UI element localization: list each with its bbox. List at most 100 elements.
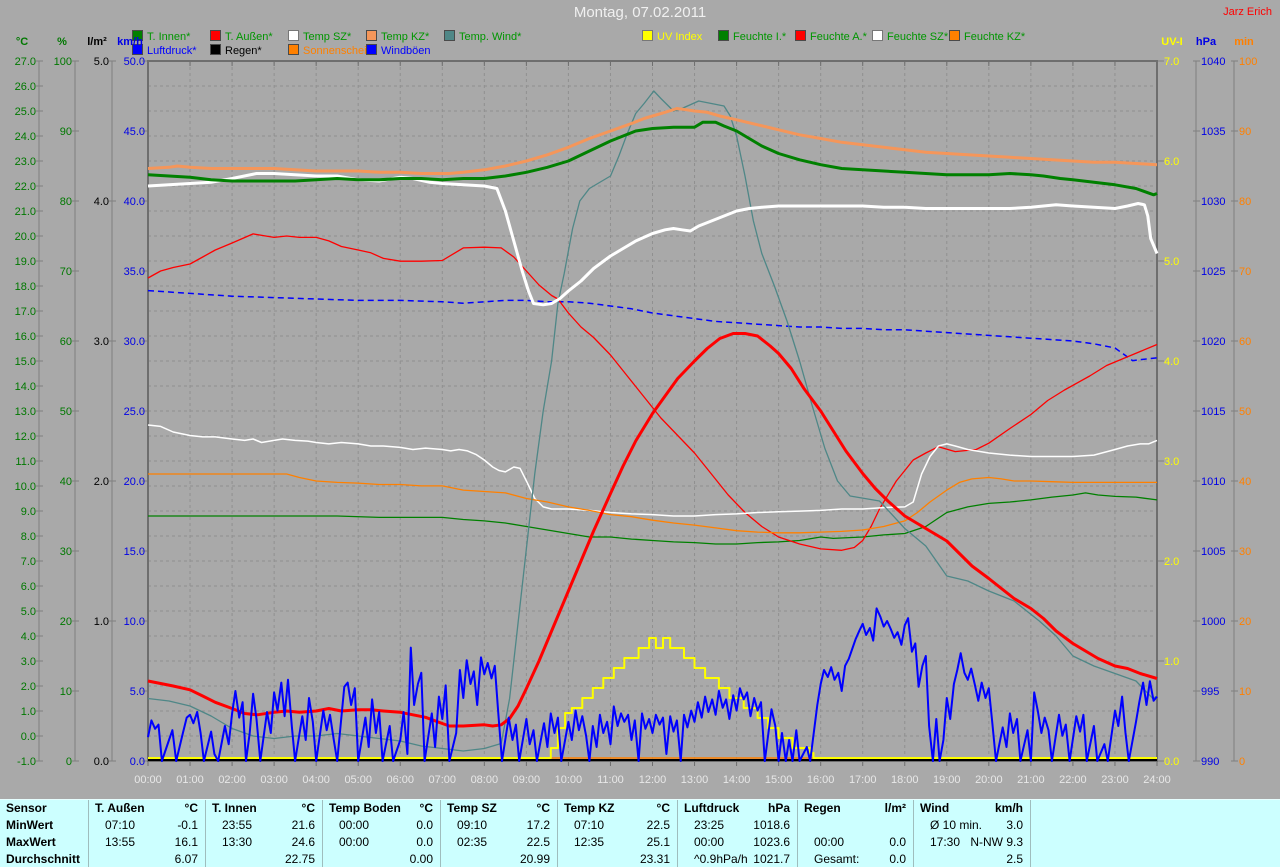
axis-tick-label-min: 100 bbox=[1239, 56, 1257, 68]
axis-tick-label-hpa: 1000 bbox=[1201, 616, 1225, 628]
axis-tick-label-kmh: 50.0 bbox=[124, 56, 145, 68]
table-cell-time: 00:00 bbox=[814, 835, 845, 849]
axis-tick-label-lm2: 3.0 bbox=[94, 336, 109, 348]
axis-tick-label-c: 6.0 bbox=[21, 581, 36, 593]
table-row-label: Sensor bbox=[6, 801, 47, 815]
axis-tick-label-pct: 0 bbox=[66, 756, 72, 768]
x-axis-label: 20:00 bbox=[975, 774, 1003, 786]
table-cell-value: 3.0 bbox=[1006, 818, 1023, 832]
axis-tick-label-c: 24.0 bbox=[15, 131, 36, 143]
axis-tick-label-c: 3.0 bbox=[21, 656, 36, 668]
table-column-temp-kz: Temp KZ °C 07:10 22.5 12:35 25.1 23.31 bbox=[557, 800, 678, 867]
axis-tick-label-hpa: 1010 bbox=[1201, 476, 1225, 488]
table-column-luftdruck: Luftdruck hPa 23:25 1018.6 00:00 1023.6 ^0.9hP… bbox=[677, 800, 798, 867]
table-column-regen: Regen l/m² 00:00 0.0 Gesamt: 0.0 bbox=[797, 800, 914, 867]
axis-tick-label-hpa: 1020 bbox=[1201, 336, 1225, 348]
axis-tick-label-c: 14.0 bbox=[15, 381, 36, 393]
axis-tick-label-hpa: 1040 bbox=[1201, 56, 1225, 68]
table-cell-row: Gesamt: 0.0 bbox=[798, 851, 914, 867]
table-cell-row: 17:30 N-NW 9.3 bbox=[914, 834, 1031, 851]
x-axis-label: 01:00 bbox=[176, 774, 204, 786]
axis-tick-label-uv: 2.0 bbox=[1164, 556, 1179, 568]
table-cell-row: 02:35 22.5 bbox=[441, 834, 558, 851]
axis-tick-label-c: 9.0 bbox=[21, 506, 36, 518]
axis-tick-label-c: 15.0 bbox=[15, 356, 36, 368]
table-cell-row: T. Außen °C bbox=[89, 800, 206, 817]
table-cell-value: 0.0 bbox=[889, 852, 906, 866]
table-row-label: Durchschnitt bbox=[6, 852, 81, 866]
table-cell-row: 07:10 22.5 bbox=[558, 817, 678, 834]
axis-tick-label-uv: 7.0 bbox=[1164, 56, 1179, 68]
axis-tick-label-min: 30 bbox=[1239, 546, 1251, 558]
axis-tick-label-lm2: 4.0 bbox=[94, 196, 109, 208]
axis-tick-label-kmh: 5.0 bbox=[130, 686, 145, 698]
x-axis-label: 17:00 bbox=[849, 774, 877, 786]
axis-tick-label-c: 25.0 bbox=[15, 106, 36, 118]
table-cell-row: 23.31 bbox=[558, 851, 678, 867]
table-cell-row: 2.5 bbox=[914, 851, 1031, 867]
table-cell-time: Temp SZ bbox=[447, 801, 497, 815]
table-cell-row: 6.07 bbox=[89, 851, 206, 867]
axis-tick-label-c: 13.0 bbox=[15, 406, 36, 418]
x-axis-label: 12:00 bbox=[639, 774, 667, 786]
axis-tick-label-uv: 0.0 bbox=[1164, 756, 1179, 768]
table-cell-time: 23:55 bbox=[222, 818, 253, 832]
axis-tick-label-c: 18.0 bbox=[15, 281, 36, 293]
table-cell-row: 23:25 1018.6 bbox=[678, 817, 798, 834]
table-cell-value: 21.6 bbox=[291, 818, 315, 832]
axis-tick-label-c: 0.0 bbox=[21, 731, 36, 743]
table-cell-value: 22.75 bbox=[284, 852, 315, 866]
axis-tick-label-uv: 6.0 bbox=[1164, 156, 1179, 168]
table-cell-value: 0.0 bbox=[416, 835, 433, 849]
table-cell-row: 13:55 16.1 bbox=[89, 834, 206, 851]
table-cell-value: 24.6 bbox=[291, 835, 315, 849]
x-axis-label: 00:00 bbox=[134, 774, 162, 786]
axis-tick-label-c: 21.0 bbox=[15, 206, 36, 218]
table-cell-value: 1018.6 bbox=[753, 818, 790, 832]
table-cell-value: 1021.7 bbox=[753, 852, 790, 866]
table-cell-row: 00:00 0.0 bbox=[323, 834, 441, 851]
table-cell-value: km/h bbox=[994, 801, 1023, 815]
x-axis-label: 10:00 bbox=[555, 774, 583, 786]
axis-tick-label-c: -1.0 bbox=[17, 756, 36, 768]
table-cell-time: Luftdruck bbox=[684, 801, 740, 815]
axis-tick-label-uv: 4.0 bbox=[1164, 356, 1179, 368]
table-column-temp-sz: Temp SZ °C 09:10 17.2 02:35 22.5 20.99 bbox=[440, 800, 558, 867]
x-axis-label: 07:00 bbox=[429, 774, 457, 786]
axis-tick-label-c: 5.0 bbox=[21, 606, 36, 618]
axis-tick-label-min: 90 bbox=[1239, 126, 1251, 138]
table-cell-row: 12:35 25.1 bbox=[558, 834, 678, 851]
table-cell-time: 00:00 bbox=[339, 818, 370, 832]
axis-tick-label-c: 8.0 bbox=[21, 531, 36, 543]
axis-tick-label-c: 17.0 bbox=[15, 306, 36, 318]
axis-tick-label-hpa: 995 bbox=[1201, 686, 1219, 698]
axis-tick-label-min: 40 bbox=[1239, 476, 1251, 488]
axis-tick-label-pct: 40 bbox=[60, 476, 72, 488]
x-axis-label: 06:00 bbox=[386, 774, 414, 786]
axis-tick-label-c: 12.0 bbox=[15, 431, 36, 443]
table-cell-value: 2.5 bbox=[1006, 852, 1023, 866]
axis-tick-label-c: 10.0 bbox=[15, 481, 36, 493]
axis-tick-label-lm2: 1.0 bbox=[94, 616, 109, 628]
axis-tick-label-pct: 60 bbox=[60, 336, 72, 348]
axis-tick-label-lm2: 0.0 bbox=[94, 756, 109, 768]
table-cell-time: 17:30 bbox=[930, 835, 961, 849]
x-axis-label: 23:00 bbox=[1101, 774, 1129, 786]
table-cell-row: Temp SZ °C bbox=[441, 800, 558, 817]
table-cell-value: 22.5 bbox=[526, 835, 550, 849]
axis-tick-label-min: 50 bbox=[1239, 406, 1251, 418]
table-cell-value: 23.31 bbox=[639, 852, 670, 866]
table-cell-time: T. Innen bbox=[212, 801, 257, 815]
table-column-t-au-en: T. Außen °C 07:10 -0.1 13:55 16.1 6.07 bbox=[88, 800, 206, 867]
stats-table: Sensor MinWert MaxWert Durchschnitt T. Außen… bbox=[0, 799, 1280, 867]
table-cell-row: Luftdruck hPa bbox=[678, 800, 798, 817]
table-cell-value: 6.07 bbox=[174, 852, 198, 866]
axis-tick-label-c: 11.0 bbox=[15, 456, 36, 468]
table-cell-value: 0.0 bbox=[416, 818, 433, 832]
table-cell-value: 20.99 bbox=[519, 852, 550, 866]
table-cell-row: 13:30 24.6 bbox=[206, 834, 323, 851]
axis-tick-label-hpa: 1015 bbox=[1201, 406, 1225, 418]
table-cell-value: 0.00 bbox=[409, 852, 433, 866]
x-axis-label: 14:00 bbox=[723, 774, 751, 786]
axis-tick-label-hpa: 1030 bbox=[1201, 196, 1225, 208]
